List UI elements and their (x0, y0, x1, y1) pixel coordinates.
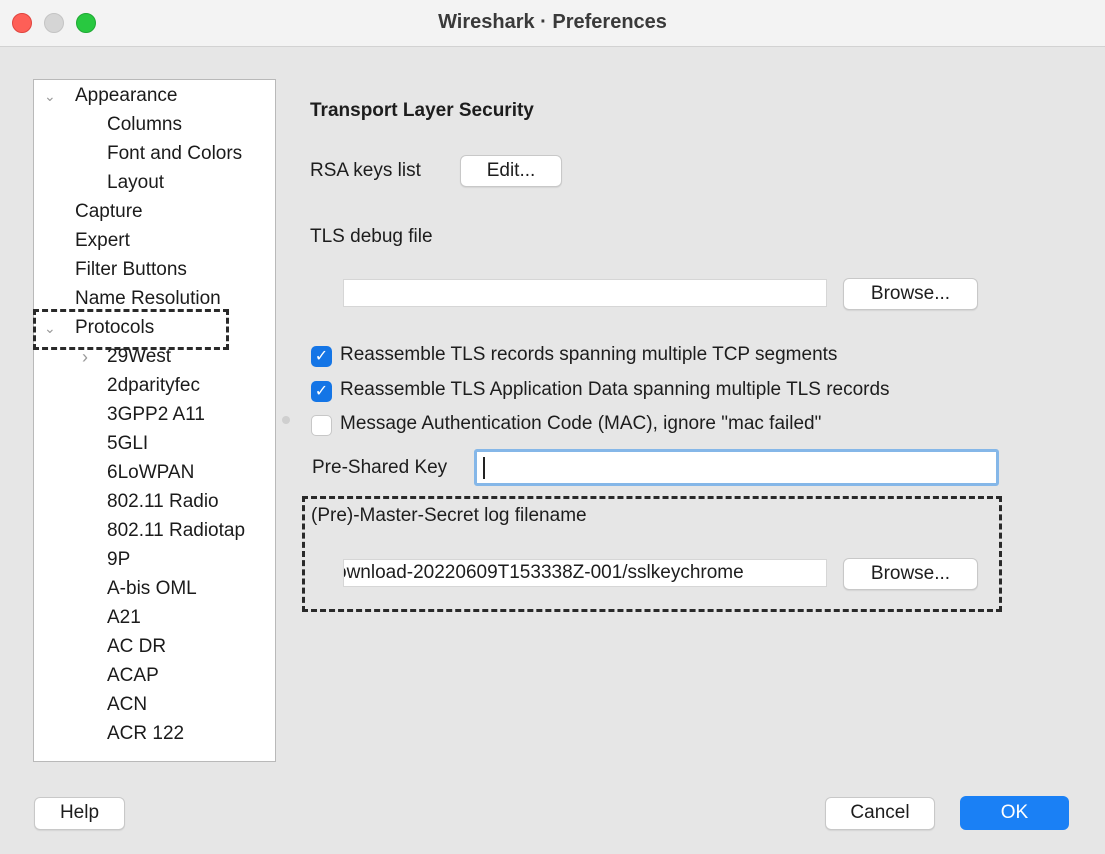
tree-item-80211-radio[interactable]: 802.11 Radio (107, 490, 219, 514)
preferences-window: Wireshark · Preferences ⌄ Appearance Col… (0, 0, 1105, 854)
checkmark-icon: ✓ (314, 348, 329, 365)
reassemble-tls-app-data-label[interactable]: Reassemble TLS Application Data spanning… (340, 379, 890, 401)
reassemble-tls-app-data-checkbox[interactable]: ✓ (311, 381, 332, 402)
tree-item-ac-dr[interactable]: AC DR (107, 635, 166, 659)
tree-item-columns[interactable]: Columns (107, 113, 182, 137)
chevron-down-icon[interactable]: ⌄ (44, 84, 56, 108)
tree-item-acr-122[interactable]: ACR 122 (107, 722, 184, 746)
tree-item-6lowpan[interactable]: 6LoWPAN (107, 461, 194, 485)
tree-item-a21[interactable]: A21 (107, 606, 141, 630)
tree-item-layout[interactable]: Layout (107, 171, 164, 195)
tree-item-font-and-colors[interactable]: Font and Colors (107, 142, 242, 166)
splitter-handle[interactable] (282, 416, 290, 424)
tree-item-80211-radiotap[interactable]: 802.11 Radiotap (107, 519, 245, 543)
tls-debug-file-input[interactable] (343, 279, 827, 307)
tree-item-capture[interactable]: Capture (75, 200, 143, 224)
mac-ignore-label[interactable]: Message Authentication Code (MAC), ignor… (340, 413, 821, 435)
pre-shared-key-input[interactable] (474, 449, 999, 486)
tree-item-9p[interactable]: 9P (107, 548, 130, 572)
checkmark-icon: ✓ (314, 383, 329, 400)
tree-item-expert[interactable]: Expert (75, 229, 130, 253)
rsa-keys-label: RSA keys list (310, 160, 421, 181)
pre-shared-key-label: Pre-Shared Key (312, 457, 448, 478)
section-heading: Transport Layer Security (310, 100, 534, 121)
tree-item-5gli[interactable]: 5GLI (107, 432, 148, 456)
browse-debug-file-button[interactable]: Browse... (843, 278, 978, 310)
tree-item-acn[interactable]: ACN (107, 693, 147, 717)
help-button[interactable]: Help (34, 797, 125, 830)
ok-button[interactable]: OK (960, 796, 1069, 830)
tree-item-acap[interactable]: ACAP (107, 664, 159, 688)
tree-item-name-resolution[interactable]: Name Resolution (75, 287, 221, 311)
tree-item-appearance[interactable]: Appearance (75, 84, 177, 108)
edit-rsa-keys-button[interactable]: Edit... (460, 155, 562, 187)
reassemble-tls-records-label[interactable]: Reassemble TLS records spanning multiple… (340, 344, 837, 366)
text-caret (483, 457, 485, 479)
protocols-highlight-box (33, 309, 229, 350)
preferences-tree[interactable]: ⌄ Appearance Columns Font and Colors Lay… (33, 79, 276, 762)
mac-ignore-checkbox[interactable] (311, 415, 332, 436)
cancel-button[interactable]: Cancel (825, 797, 935, 830)
reassemble-tls-records-checkbox[interactable]: ✓ (311, 346, 332, 367)
title-bar: Wireshark · Preferences (0, 0, 1105, 47)
master-secret-highlight-box (302, 496, 1002, 612)
tree-item-3gpp2-a11[interactable]: 3GPP2 A11 (107, 403, 205, 427)
window-title: Wireshark · Preferences (438, 11, 667, 33)
tree-item-filter-buttons[interactable]: Filter Buttons (75, 258, 187, 282)
tls-debug-file-label: TLS debug file (310, 226, 433, 247)
tree-item-a-bis-oml[interactable]: A-bis OML (107, 577, 197, 601)
tree-item-2dparityfec[interactable]: 2dparityfec (107, 374, 200, 398)
